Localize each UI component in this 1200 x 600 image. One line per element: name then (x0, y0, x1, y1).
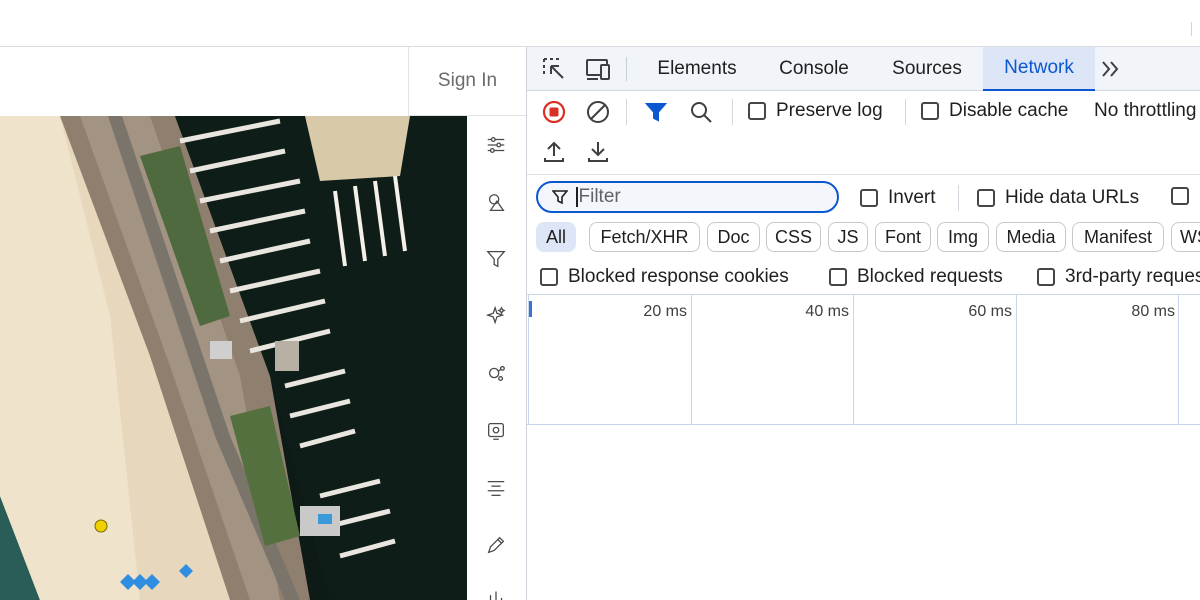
import-har-upload-icon[interactable] (540, 139, 568, 165)
type-img-chip[interactable]: Img (937, 222, 989, 252)
tab-sources[interactable]: Sources (872, 47, 982, 91)
disable-cache-checkbox[interactable]: Disable cache (921, 100, 1068, 122)
clear-icon[interactable] (584, 99, 612, 125)
type-js-chip[interactable]: JS (828, 222, 868, 252)
checkbox-box (977, 189, 995, 207)
network-toolbar-secondary (527, 133, 1200, 175)
screen: Sign In Elements Console Sources Network… (0, 0, 1200, 600)
filter-input-funnel-icon (552, 190, 568, 205)
tab-console[interactable]: Console (759, 47, 869, 91)
disable-cache-label: Disable cache (949, 100, 1069, 121)
timeline-gridline (691, 295, 692, 425)
filter-row: Filter Invert Hide data URLs (527, 175, 1200, 219)
network-nodes-icon[interactable] (481, 358, 511, 388)
map-tool-rail (467, 116, 526, 600)
type-doc-chip[interactable]: Doc (707, 222, 760, 252)
funnel-icon[interactable] (481, 244, 511, 274)
browser-top-strip (0, 0, 1200, 47)
export-har-download-icon[interactable] (584, 139, 612, 165)
network-toolbar: Preserve log Disable cache No throttling (527, 91, 1200, 133)
third-party-requests-label: 3rd-party requests (1065, 266, 1200, 287)
filter-funnel-icon[interactable] (642, 99, 670, 125)
timeline-tick-label: 40 ms (805, 303, 849, 320)
hide-data-urls-checkbox[interactable]: Hide data URLs (977, 187, 1139, 209)
text-caret (576, 187, 578, 207)
filter-placeholder: Filter (578, 186, 621, 207)
blocked-filters-row: Blocked response cookies Blocked request… (527, 257, 1200, 295)
preserve-log-checkbox[interactable]: Preserve log (748, 100, 883, 122)
timeline-tick-label: 80 ms (1131, 303, 1175, 320)
filter-sliders-icon[interactable] (481, 130, 511, 160)
edit-pencil-icon[interactable] (481, 530, 511, 560)
checkbox-box (540, 268, 558, 286)
throttling-label: No throttling (1094, 100, 1197, 121)
stop-recording-icon[interactable] (540, 99, 568, 125)
checkbox-box (748, 102, 766, 120)
network-overview-timeline[interactable]: 20 ms 40 ms 60 ms 80 ms (527, 295, 1200, 425)
timeline-gridline (1178, 295, 1179, 425)
devtools-panel: Elements Console Sources Network Preserv… (526, 47, 1200, 600)
toolbar-separator (905, 99, 906, 125)
device-toolbar-icon[interactable] (584, 56, 612, 82)
toolbar-separator (626, 99, 627, 125)
sparkle-icon[interactable] (481, 301, 511, 331)
map-imagery (0, 116, 467, 600)
map-app: Sign In (0, 47, 526, 600)
invert-checkbox[interactable]: Invert (860, 187, 936, 209)
type-media-chip[interactable]: Media (996, 222, 1066, 252)
hide-data-urls-label: Hide data URLs (1005, 187, 1140, 208)
resource-type-filters: All Fetch/XHR Doc CSS JS Font Img Media … (527, 219, 1200, 257)
devtools-tab-bar: Elements Console Sources Network (527, 47, 1200, 91)
satellite-map[interactable] (0, 116, 467, 600)
tab-network[interactable]: Network (983, 47, 1095, 91)
timeline-gridline (853, 295, 854, 425)
align-center-icon[interactable] (481, 473, 511, 503)
type-font-chip[interactable]: Font (875, 222, 931, 252)
checkbox-box (860, 189, 878, 207)
inspect-element-icon[interactable] (540, 56, 568, 82)
sign-in-button[interactable]: Sign In (408, 47, 526, 116)
toolbar-separator (958, 185, 959, 211)
type-all-chip[interactable]: All (536, 222, 576, 252)
timeline-tick-label: 60 ms (968, 303, 1012, 320)
throttling-select[interactable]: No throttling (1094, 100, 1196, 122)
preserve-log-label: Preserve log (776, 100, 883, 121)
timeline-tick-label: 20 ms (643, 303, 687, 320)
blocked-response-cookies-checkbox[interactable]: Blocked response cookies (540, 266, 789, 288)
shapes-icon[interactable] (481, 188, 511, 218)
checkbox-box (1037, 268, 1055, 286)
timeline-cursor[interactable] (529, 301, 532, 317)
type-css-chip[interactable]: CSS (766, 222, 821, 252)
toolbar-separator (732, 99, 733, 125)
top-accent-line (1191, 22, 1192, 36)
filter-input[interactable]: Filter (536, 181, 839, 213)
type-manifest-chip[interactable]: Manifest (1072, 222, 1164, 252)
extension-urls-checkbox[interactable] (1171, 187, 1199, 205)
third-party-requests-checkbox[interactable]: 3rd-party requests (1037, 266, 1200, 288)
invert-label: Invert (888, 187, 936, 208)
checkbox-box (829, 268, 847, 286)
blocked-requests-label: Blocked requests (857, 266, 1003, 287)
tab-elements[interactable]: Elements (639, 47, 755, 91)
blocked-response-cookies-label: Blocked response cookies (568, 266, 789, 287)
tab-separator (626, 57, 627, 81)
timeline-gridline (1016, 295, 1017, 425)
bar-chart-icon[interactable] (481, 582, 511, 600)
checkbox-box (921, 102, 939, 120)
more-tabs-chevron-icon[interactable] (1097, 56, 1125, 82)
type-fetch-xhr-chip[interactable]: Fetch/XHR (589, 222, 700, 252)
search-icon[interactable] (687, 99, 715, 125)
timeline-gridline (528, 295, 529, 425)
blocked-requests-checkbox[interactable]: Blocked requests (829, 266, 1003, 288)
checkbox-box (1171, 187, 1189, 205)
type-ws-chip[interactable]: WS (1171, 222, 1200, 252)
settings-gear-icon[interactable] (481, 416, 511, 446)
